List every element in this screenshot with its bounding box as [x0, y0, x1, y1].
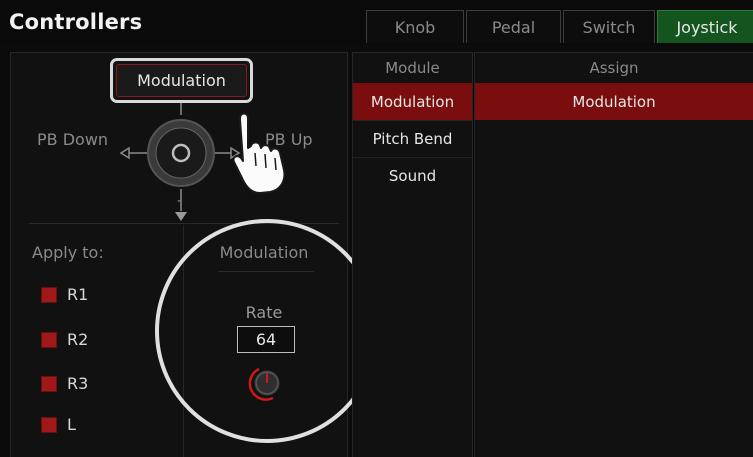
up-assignment-button[interactable]: Modulation [110, 58, 253, 103]
apply-item-label: R3 [67, 374, 89, 393]
checkbox-icon[interactable] [41, 416, 57, 433]
section-divider [29, 223, 339, 224]
apply-item-r1[interactable]: R1 [41, 285, 88, 304]
pointing-hand-icon [232, 112, 286, 194]
apply-item-label: R1 [67, 285, 89, 304]
column-divider [183, 225, 184, 457]
assign-column-header: Assign [589, 59, 639, 77]
module-item-pitch-bend[interactable]: Pitch Bend [353, 120, 472, 157]
checkbox-icon[interactable] [41, 375, 57, 392]
apply-to-label: Apply to: [32, 243, 104, 262]
header-bar: Controllers Knob Pedal Switch Joystick [0, 0, 753, 44]
module-column-header: Module [385, 59, 440, 77]
module-item-modulation[interactable]: Modulation [353, 83, 472, 120]
apply-item-l[interactable]: L [41, 415, 76, 434]
assign-list: Assign Modulation [474, 52, 753, 457]
module-list: Module Modulation Pitch Bend Sound [352, 52, 473, 457]
apply-item-label: L [67, 415, 76, 434]
tab-switch[interactable]: Switch [563, 10, 655, 43]
tab-pedal[interactable]: Pedal [466, 10, 561, 43]
modulation-section-label: Modulation [219, 243, 309, 262]
page-title: Controllers [9, 10, 143, 34]
modulation-separator [218, 271, 314, 272]
tab-knob[interactable]: Knob [366, 10, 464, 43]
tab-joystick[interactable]: Joystick [657, 10, 753, 43]
checkbox-icon[interactable] [41, 331, 57, 348]
controllers-screen: Controllers Knob Pedal Switch Joystick P… [0, 0, 753, 457]
checkbox-icon[interactable] [41, 286, 57, 303]
apply-item-r3[interactable]: R3 [41, 374, 88, 393]
pb-down-label: PB Down [37, 130, 109, 149]
module-item-sound[interactable]: Sound [353, 157, 472, 194]
rate-value-field[interactable]: 64 [237, 326, 295, 353]
apply-item-label: R2 [67, 330, 89, 349]
joystick-settings-panel: PB Down PB Up - Modulation Apply to: R1 … [10, 52, 379, 457]
controller-tabs: Knob Pedal Switch Joystick [366, 10, 753, 45]
rate-label: Rate [245, 303, 283, 322]
apply-item-r2[interactable]: R2 [41, 330, 88, 349]
rotary-knob-icon[interactable] [245, 363, 285, 403]
up-assignment-label: Modulation [116, 64, 247, 97]
down-assignment-label: - [177, 193, 183, 209]
assign-item-modulation[interactable]: Modulation [475, 83, 753, 120]
